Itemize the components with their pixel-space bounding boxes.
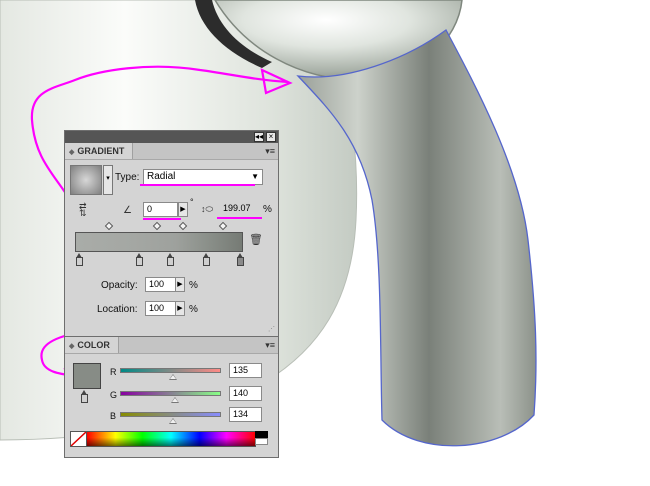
red-slider-track[interactable]: [120, 368, 221, 373]
green-slider-track[interactable]: [120, 391, 221, 396]
location-percent: %: [189, 304, 198, 315]
gradient-stop-5-selected[interactable]: [237, 253, 244, 266]
aspect-ratio-icon: ↕⬭: [201, 204, 214, 214]
tab-expand-icon[interactable]: ◆: [69, 149, 74, 156]
trash-icon[interactable]: 🗑: [249, 233, 263, 246]
location-input[interactable]: 100: [145, 301, 177, 316]
green-channel-label: G: [110, 390, 118, 400]
gradient-midpoint-4[interactable]: [218, 221, 228, 231]
color-tab-row: ◆ COLOR ▾≡: [65, 337, 278, 354]
reverse-gradient-icon[interactable]: ⇄ ⇅: [79, 202, 95, 218]
location-label: Location:: [97, 304, 138, 315]
gradient-tab-row: ◆ GRADIENT ▾≡: [65, 143, 278, 160]
tab-gradient[interactable]: ◆ GRADIENT: [65, 143, 134, 159]
red-slider-thumb[interactable]: [169, 374, 177, 380]
gradient-slider-bar[interactable]: [75, 232, 243, 252]
gradient-preview-swatch[interactable]: [70, 165, 102, 195]
gradient-preset-dropdown[interactable]: ▾: [103, 165, 113, 195]
resize-grip-icon[interactable]: ⋰: [268, 325, 275, 333]
location-dropdown-arrow[interactable]: ▶: [175, 301, 185, 316]
blue-value-input[interactable]: 134: [229, 407, 262, 422]
chevron-down-icon: ▼: [251, 172, 259, 181]
none-color-icon[interactable]: [70, 431, 87, 447]
aspect-percent: %: [263, 204, 272, 215]
gradient-midpoint-1[interactable]: [104, 221, 114, 231]
gradient-panel: ◂◂ × ◆ GRADIENT ▾≡ ▾ Type: Radial ▼ ⇄ ⇅ ∠ …: [64, 130, 279, 337]
gradient-midpoint-3[interactable]: [178, 221, 188, 231]
panel-titlebar[interactable]: ◂◂ ×: [65, 131, 278, 143]
blue-channel-label: B: [110, 411, 117, 421]
type-label: Type:: [115, 172, 140, 183]
opacity-dropdown-arrow[interactable]: ▶: [175, 277, 185, 292]
green-value-input[interactable]: 140: [229, 386, 262, 401]
tab-gradient-label: GRADIENT: [77, 146, 125, 156]
opacity-label: Opacity:: [101, 280, 138, 291]
annotation-underline-angle: [143, 218, 181, 220]
black-swatch[interactable]: [255, 431, 268, 438]
gradient-stop-3[interactable]: [167, 253, 174, 266]
color-spectrum-bar[interactable]: [86, 431, 256, 447]
gradient-stop-2[interactable]: [136, 253, 143, 266]
opacity-percent: %: [189, 280, 198, 291]
panel-menu-icon[interactable]: ▾≡: [265, 340, 275, 351]
tab-color[interactable]: ◆ COLOR: [65, 337, 119, 353]
opacity-input[interactable]: 100: [145, 277, 177, 292]
annotation-underline-aspect: [217, 217, 262, 219]
gradient-stop-4[interactable]: [203, 253, 210, 266]
aspect-ratio-input[interactable]: 199.07: [220, 202, 258, 217]
gradient-type-value: Radial: [147, 171, 176, 182]
angle-dropdown-arrow[interactable]: ▶: [178, 202, 188, 217]
green-slider-thumb[interactable]: [171, 397, 179, 403]
fill-color-swatch[interactable]: [73, 363, 101, 389]
collapse-panel-button[interactable]: ◂◂: [254, 132, 264, 142]
red-channel-label: R: [110, 367, 117, 377]
tab-expand-icon[interactable]: ◆: [69, 343, 74, 350]
tab-color-label: COLOR: [77, 340, 110, 350]
gradient-stop-1[interactable]: [76, 253, 83, 266]
out-of-gamut-icon[interactable]: [81, 390, 90, 403]
angle-input[interactable]: 0: [143, 202, 178, 217]
angle-icon: ∠: [123, 205, 132, 216]
white-swatch[interactable]: [255, 438, 268, 445]
red-value-input[interactable]: 135: [229, 363, 262, 378]
color-panel: ◆ COLOR ▾≡ R 135 G 140 B 134: [64, 337, 279, 458]
blue-slider-thumb[interactable]: [169, 418, 177, 424]
gradient-midpoint-2[interactable]: [152, 221, 162, 231]
annotation-underline-type: [140, 184, 255, 186]
gradient-type-select[interactable]: Radial ▼: [143, 169, 263, 185]
blue-slider-track[interactable]: [120, 412, 221, 417]
close-panel-button[interactable]: ×: [266, 132, 276, 142]
degree-symbol: °: [190, 197, 194, 207]
panel-menu-icon[interactable]: ▾≡: [265, 146, 275, 157]
